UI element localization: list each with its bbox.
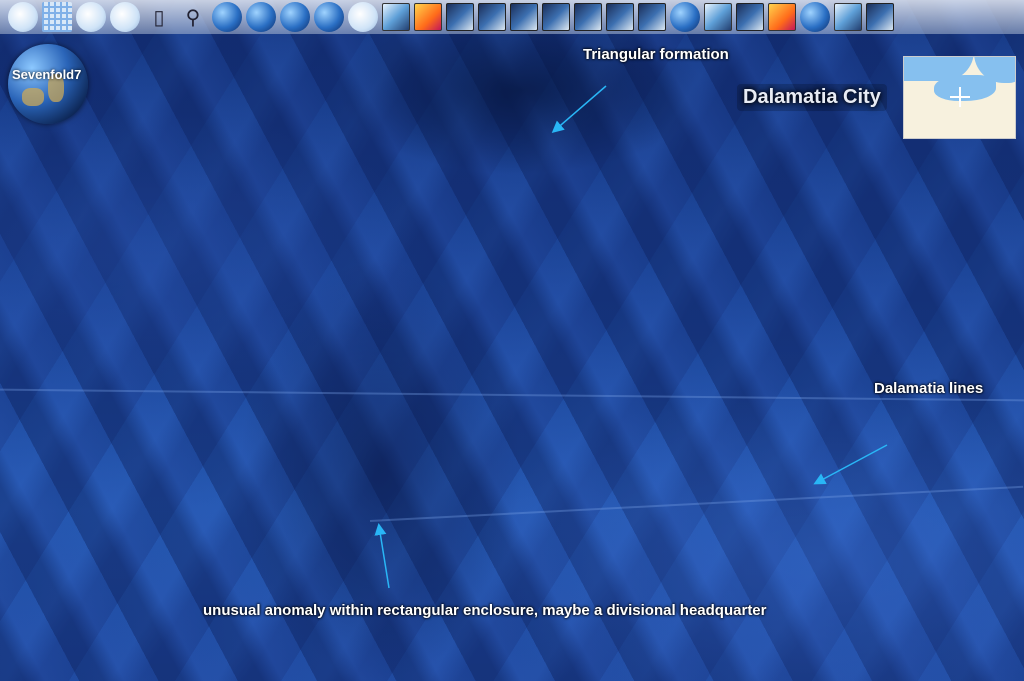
annotation-triangular: Triangular formation	[583, 46, 729, 63]
annotation-lines: Dalamatia lines	[874, 380, 984, 397]
annotation-anomaly: unusual anomaly within rectangular enclo…	[203, 602, 767, 619]
arrow-anomaly	[374, 523, 390, 589]
arrow-lines	[813, 444, 888, 485]
annotation-arrows	[374, 85, 888, 589]
arrow-triangular	[551, 85, 607, 133]
